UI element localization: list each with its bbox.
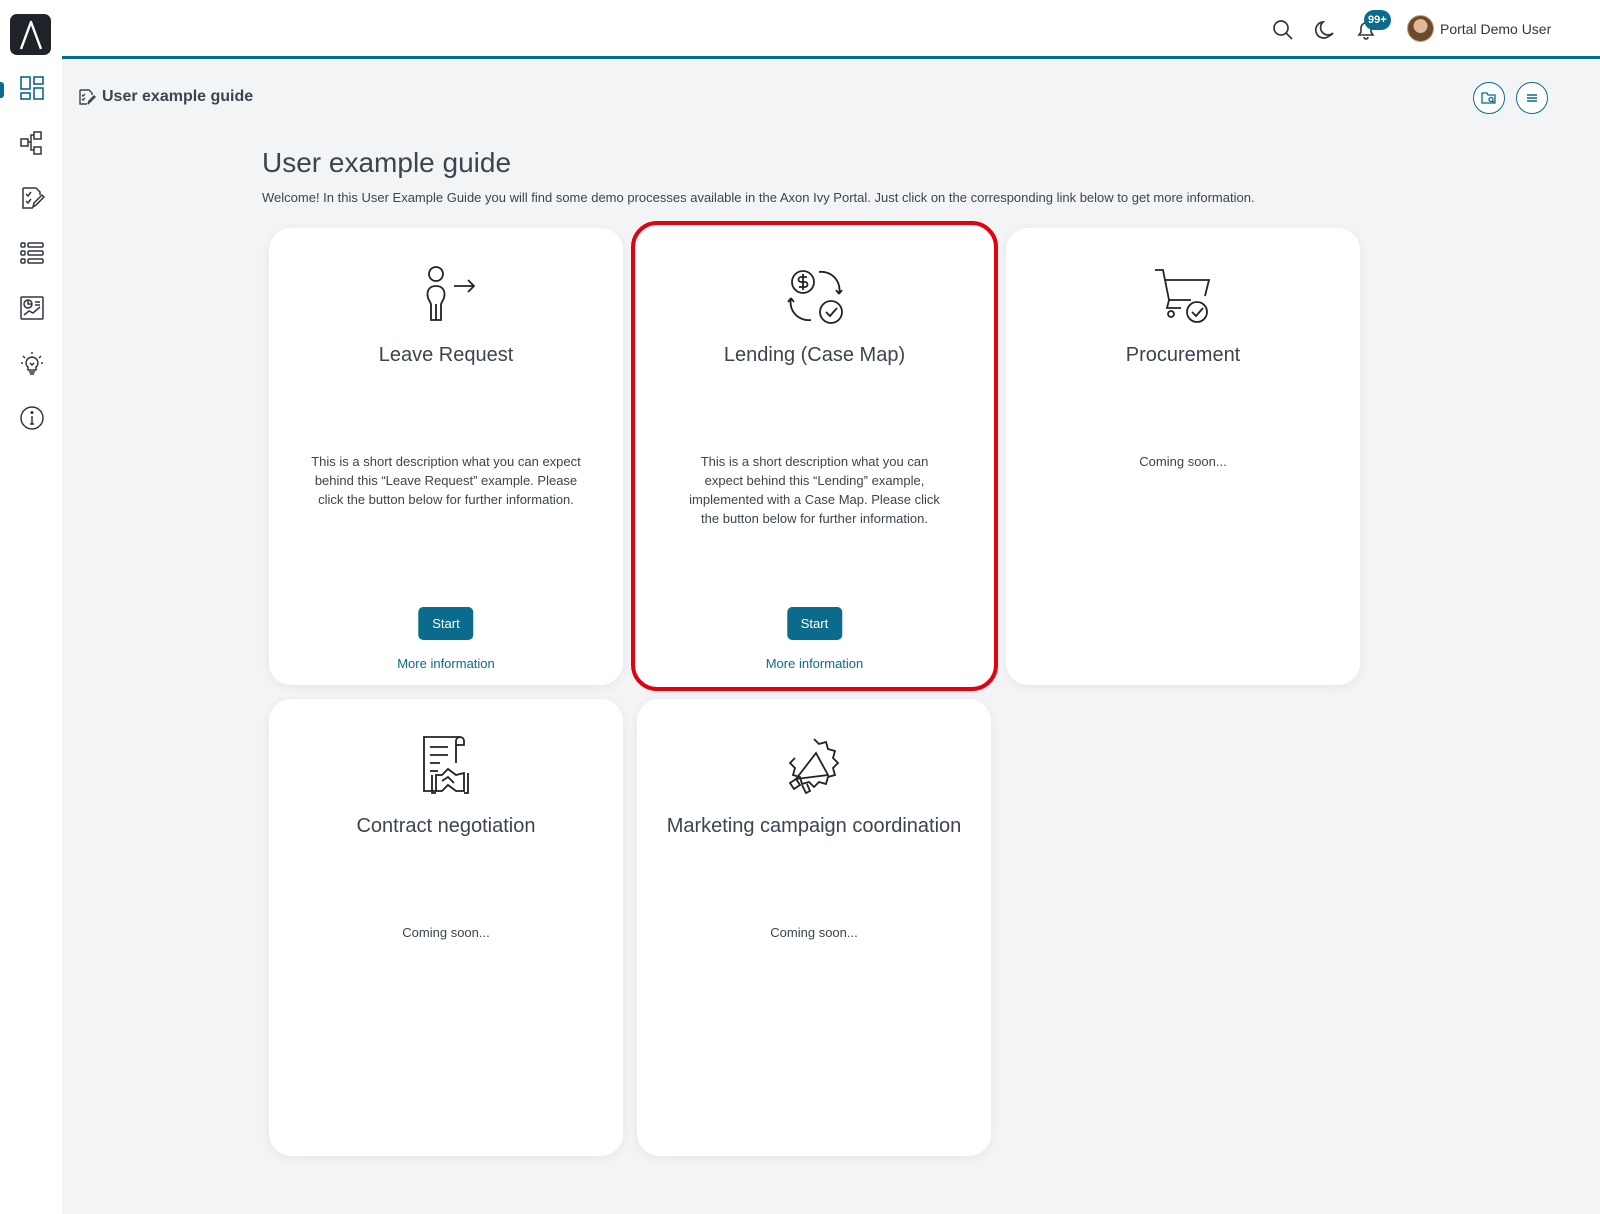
card-contract-negotiation: Contract negotiation Coming soon... (269, 699, 623, 1156)
nav-info-icon[interactable] (18, 404, 46, 432)
nav-dashboard-icon[interactable] (18, 74, 46, 102)
card-description: Coming soon... (402, 925, 490, 940)
card-description: Coming soon... (770, 925, 858, 940)
axon-logo-icon (19, 20, 42, 49)
page-title: User example guide (262, 147, 512, 178)
sidebar (0, 0, 62, 1214)
contract-handshake-icon (423, 736, 469, 794)
page-intro: Welcome! In this User Example Guide you … (262, 190, 1255, 205)
nav-statistics-icon[interactable] (18, 294, 46, 322)
app-logo[interactable] (10, 14, 51, 55)
guide-icon (79, 89, 96, 105)
start-button[interactable]: Start (418, 607, 474, 640)
card-title: Contract negotiation (356, 815, 536, 837)
search-icon[interactable] (1271, 18, 1295, 42)
person-leaving-icon (426, 266, 476, 321)
card-description: Coming soon... (1139, 454, 1227, 469)
start-button[interactable]: Start (786, 607, 843, 640)
nav-tasks-icon[interactable] (18, 184, 46, 212)
megaphone-badge-icon (788, 738, 840, 795)
card-marketing-campaign: Marketing campaign coordination Coming s… (637, 699, 991, 1156)
card-title: Lending (Case Map) (723, 344, 906, 366)
topbar: 99+ Portal Demo User (62, 0, 1600, 59)
card-title: Procurement (1125, 344, 1241, 366)
more-information-link[interactable]: More information (269, 656, 623, 671)
card-description: This is a short description what you can… (311, 454, 581, 507)
cart-check-icon (1155, 269, 1211, 323)
card-title: Leave Request (378, 344, 514, 366)
more-information-link[interactable]: More information (635, 656, 994, 671)
user-menu[interactable]: Portal Demo User (1407, 15, 1551, 42)
nav-processes-icon[interactable] (18, 129, 46, 157)
page-header-title: User example guide (102, 88, 254, 105)
card-title: Marketing campaign coordination (666, 815, 962, 837)
money-cycle-check-icon (786, 270, 843, 324)
card-procurement: Procurement Coming soon... (1006, 228, 1360, 685)
nav-cases-icon[interactable] (18, 239, 46, 267)
card-leave-request: Leave Request This is a short descriptio… (269, 228, 623, 685)
dark-mode-icon[interactable] (1313, 18, 1337, 42)
notification-badge: 99+ (1364, 10, 1391, 30)
hamburger-icon (1527, 94, 1537, 102)
card-lending: Lending (Case Map) This is a short descr… (631, 221, 998, 691)
open-folder-button[interactable] (1473, 82, 1505, 114)
folder-search-icon (1481, 92, 1496, 104)
breadcrumb: User example guide (78, 88, 253, 106)
nav-ideas-icon[interactable] (18, 349, 46, 377)
menu-button[interactable] (1516, 82, 1548, 114)
avatar (1407, 15, 1434, 42)
nav-active-marker (0, 82, 4, 98)
user-name: Portal Demo User (1440, 20, 1552, 37)
card-description: This is a short description what you can… (689, 454, 940, 526)
